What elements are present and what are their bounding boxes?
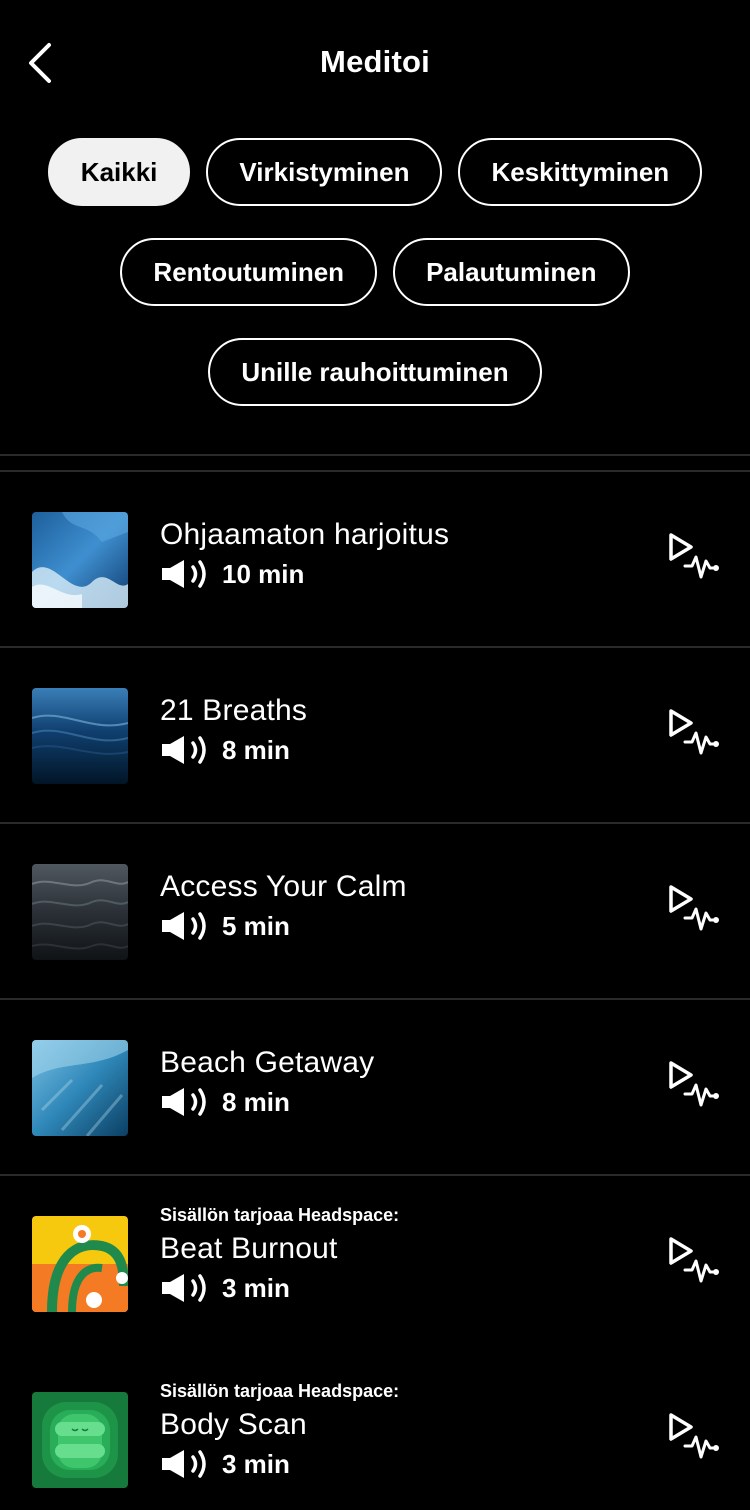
item-title: Access Your Calm (160, 870, 407, 903)
play-heartbeat-icon[interactable] (668, 1060, 720, 1110)
item-meta: 5 min (160, 910, 407, 942)
thumbnail-image (32, 1216, 128, 1312)
item-title: Body Scan (160, 1408, 307, 1441)
play-heartbeat-icon[interactable] (668, 1412, 720, 1462)
item-text: Sisällön tarjoaa Headspace: Body Scan 3 … (160, 1381, 399, 1480)
header: Meditoi (0, 0, 750, 126)
thumbnail-image (32, 1040, 128, 1136)
item-text: 21 Breaths 8 min (160, 692, 307, 766)
thumbnail-image (32, 1392, 128, 1488)
speaker-icon (162, 1450, 206, 1478)
play-heartbeat-icon[interactable] (668, 708, 720, 758)
filter-row: Rentoutuminen Palautuminen (0, 238, 750, 306)
speaker-icon (162, 736, 206, 764)
item-title: Beach Getaway (160, 1046, 375, 1079)
list-item[interactable]: Sisällön tarjoaa Headspace: Beat Burnout… (0, 1176, 750, 1352)
filter-chip-keskittyminen[interactable]: Keskittyminen (458, 138, 703, 206)
item-text: Beach Getaway 8 min (160, 1044, 374, 1118)
meditation-list: Ohjaamaton harjoitus 10 min 21 Breaths 8… (0, 472, 750, 1510)
item-text: Sisällön tarjoaa Headspace: Beat Burnout… (160, 1205, 399, 1304)
item-duration: 8 min (222, 734, 290, 765)
filter-chip-kaikki[interactable]: Kaikki (47, 138, 191, 206)
provider-label: Sisällön tarjoaa Headspace: (160, 1205, 400, 1225)
filter-chips: Kaikki Virkistyminen Keskittyminen Rento… (0, 138, 750, 438)
item-duration: 3 min (222, 1448, 290, 1479)
filter-chip-palautuminen[interactable]: Palautuminen (393, 238, 630, 306)
thumbnail-image (32, 512, 128, 608)
thumbnail-image (32, 864, 128, 960)
filter-chip-rentoutuminen[interactable]: Rentoutuminen (120, 238, 378, 306)
filter-row: Unille rauhoittuminen (0, 338, 750, 406)
item-meta: 10 min (160, 558, 449, 590)
item-duration: 5 min (222, 910, 290, 941)
item-duration: 3 min (222, 1272, 290, 1303)
item-title: 21 Breaths (160, 694, 308, 727)
thumbnail-image (32, 688, 128, 784)
speaker-icon (162, 1274, 206, 1302)
list-item[interactable]: Access Your Calm 5 min (0, 824, 750, 1000)
provider-label: Sisällön tarjoaa Headspace: (160, 1381, 400, 1401)
item-title: Ohjaamaton harjoitus (160, 518, 450, 551)
play-heartbeat-icon[interactable] (668, 884, 720, 934)
item-text: Access Your Calm 5 min (160, 868, 407, 942)
speaker-icon (162, 560, 206, 588)
filter-row: Kaikki Virkistyminen Keskittyminen (0, 138, 750, 206)
item-duration: 8 min (222, 1086, 290, 1117)
list-item[interactable]: Sisällön tarjoaa Headspace: Body Scan 3 … (0, 1352, 750, 1510)
item-meta: 3 min (160, 1272, 399, 1304)
list-item[interactable]: Ohjaamaton harjoitus 10 min (0, 472, 750, 648)
item-meta: 8 min (160, 734, 307, 766)
play-heartbeat-icon[interactable] (668, 532, 720, 582)
item-text: Ohjaamaton harjoitus 10 min (160, 516, 449, 590)
page-title: Meditoi (320, 44, 430, 79)
play-heartbeat-icon[interactable] (668, 1236, 720, 1286)
speaker-icon (162, 912, 206, 940)
filter-chip-unille-rauhoittuminen[interactable]: Unille rauhoittuminen (208, 338, 542, 406)
section-divider (0, 454, 750, 456)
filter-chip-virkistyminen[interactable]: Virkistyminen (206, 138, 443, 206)
list-item[interactable]: Beach Getaway 8 min (0, 1000, 750, 1176)
item-meta: 3 min (160, 1448, 399, 1480)
speaker-icon (162, 1088, 206, 1116)
item-duration: 10 min (222, 558, 305, 589)
item-meta: 8 min (160, 1086, 374, 1118)
list-item[interactable]: 21 Breaths 8 min (0, 648, 750, 824)
item-title: Beat Burnout (160, 1232, 338, 1265)
